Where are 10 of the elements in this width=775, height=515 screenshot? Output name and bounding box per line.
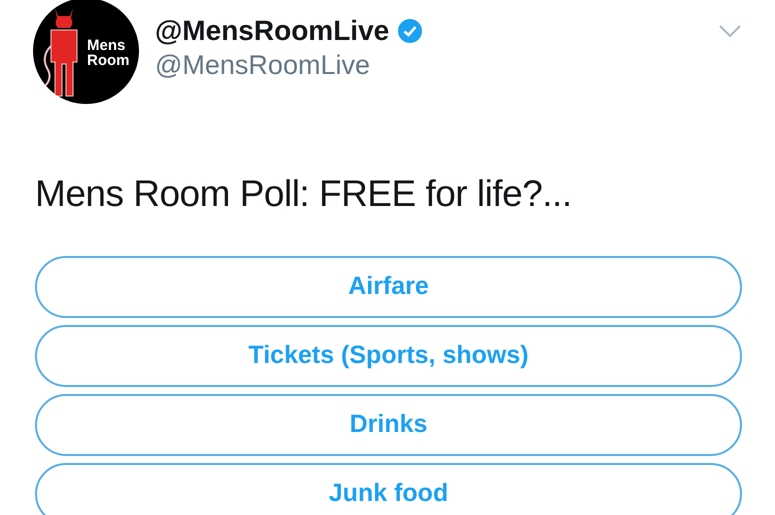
logo-text: Mens Room <box>87 38 130 68</box>
poll-option-button[interactable]: Tickets (Sports, shows) <box>35 324 742 386</box>
poll-option-button[interactable]: Junk food <box>35 462 742 515</box>
chevron-down-icon[interactable] <box>718 24 742 38</box>
display-name[interactable]: @MensRoomLive <box>155 16 390 47</box>
poll-option-button[interactable]: Drinks <box>35 394 742 456</box>
avatar[interactable]: Mens Room <box>33 0 139 104</box>
poll-option-button[interactable]: Airfare <box>35 256 742 318</box>
user-handle[interactable]: @MensRoomLive <box>155 50 718 80</box>
tweet-text: Mens Room Poll: FREE for life?... <box>35 172 573 216</box>
